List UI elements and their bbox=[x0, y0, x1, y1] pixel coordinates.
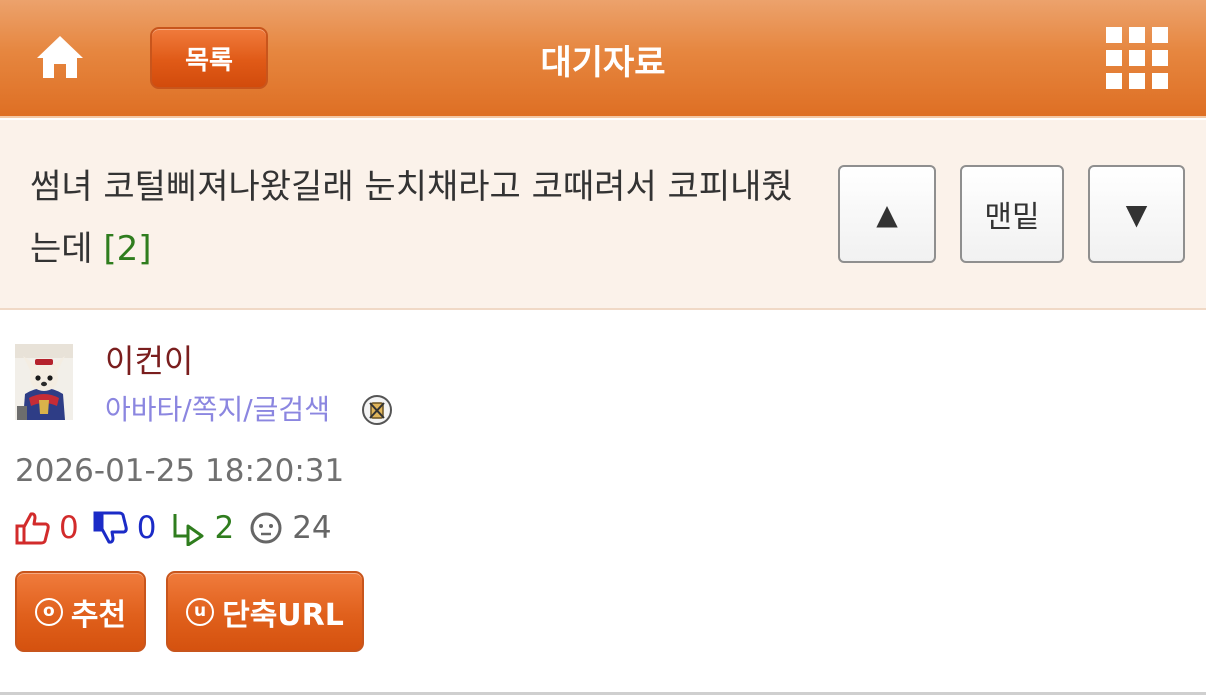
no-message-icon bbox=[362, 395, 392, 425]
list-button-label: 목록 bbox=[185, 45, 233, 76]
reply-icon bbox=[173, 514, 204, 546]
author-avatar[interactable] bbox=[15, 344, 73, 420]
grid-menu-icon bbox=[1106, 27, 1122, 43]
home-icon bbox=[37, 36, 83, 78]
top-header-bar: 목록 대기자료 bbox=[0, 0, 1206, 118]
down-arrow-icon: ▼ bbox=[1125, 197, 1148, 231]
home-button[interactable] bbox=[34, 32, 86, 82]
thumbs-up-icon[interactable] bbox=[15, 510, 51, 546]
up-arrow-icon: ▲ bbox=[876, 197, 898, 231]
short-url-label: 단축URL bbox=[222, 597, 344, 633]
menu-button[interactable] bbox=[1106, 27, 1168, 89]
author-menu-links[interactable]: 아바타/쪽지/글검색 bbox=[105, 388, 330, 428]
go-bottom-button[interactable]: 맨밑 bbox=[960, 165, 1064, 263]
post-date: 2026-01-25 18:20:31 bbox=[15, 453, 345, 489]
view-count: 24 bbox=[292, 510, 332, 546]
recommend-circle-icon: o bbox=[34, 597, 63, 626]
downvote-count: 0 bbox=[136, 510, 157, 546]
post-stats: 0 0 2 24 bbox=[15, 508, 346, 548]
list-button[interactable]: 목록 bbox=[150, 27, 268, 89]
upvote-count: 0 bbox=[59, 510, 79, 546]
post-title-bar: 썸녀 코털삐져나왔길래 눈치채라고 코때려서 코피내줬는데 [2] ▲ 맨밑 ▼ bbox=[0, 120, 1206, 310]
comment-count[interactable]: [2] bbox=[103, 229, 151, 269]
scroll-up-button[interactable]: ▲ bbox=[838, 165, 936, 263]
divider bbox=[0, 692, 1206, 695]
recommend-button[interactable]: o 추천 bbox=[15, 571, 146, 652]
recommend-label: 추천 bbox=[70, 597, 127, 633]
view-face-icon bbox=[250, 512, 282, 544]
dog-avatar-icon bbox=[15, 344, 73, 420]
scroll-down-button[interactable]: ▼ bbox=[1088, 165, 1185, 263]
author-name[interactable]: 이컨이 bbox=[105, 336, 193, 382]
shorturl-circle-icon: u bbox=[186, 597, 215, 626]
go-bottom-label: 맨밑 bbox=[984, 200, 1040, 235]
thumbs-down-icon[interactable] bbox=[93, 510, 129, 546]
reply-count: 2 bbox=[214, 510, 235, 546]
short-url-button[interactable]: u 단축URL bbox=[166, 571, 364, 652]
post-title: 썸녀 코털삐져나왔길래 눈치채라고 코때려서 코피내줬는데 [2] bbox=[30, 156, 810, 280]
